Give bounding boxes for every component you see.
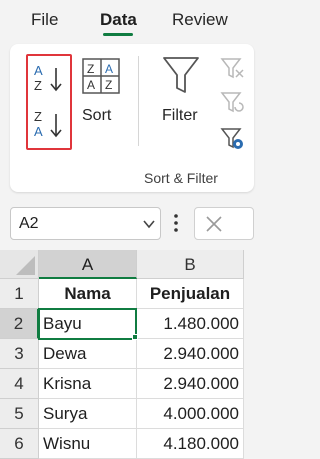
- cell-b2[interactable]: 1.480.000: [137, 309, 244, 339]
- cell-b6[interactable]: 4.180.000: [137, 429, 244, 459]
- reapply-icon: [220, 92, 244, 113]
- cell-b4[interactable]: 2.940.000: [137, 369, 244, 399]
- svg-text:Z: Z: [34, 109, 42, 124]
- cell-a3[interactable]: Dewa: [39, 339, 137, 369]
- column-header-b[interactable]: B: [137, 250, 244, 279]
- filter-label: Filter: [162, 107, 198, 124]
- tab-review[interactable]: Review: [172, 10, 228, 30]
- svg-text:Z: Z: [87, 62, 94, 76]
- sort-z-to-a-icon: Z A: [34, 109, 62, 139]
- chevron-down-icon[interactable]: [143, 219, 155, 229]
- filter-icon: [163, 57, 199, 93]
- sort-label: Sort: [82, 107, 112, 124]
- cell-a1[interactable]: Nama: [39, 279, 137, 309]
- clear-filter-button[interactable]: [220, 56, 244, 80]
- cell-a6[interactable]: Wisnu: [39, 429, 137, 459]
- cell-b1[interactable]: Penjualan: [137, 279, 244, 309]
- sort-filter-group-label: Sort & Filter: [144, 170, 218, 186]
- name-box[interactable]: A2: [10, 207, 161, 240]
- more-options-icon[interactable]: [172, 212, 180, 234]
- reapply-button[interactable]: [220, 90, 244, 114]
- svg-text:A: A: [34, 124, 43, 139]
- sort-button[interactable]: Z A A Z Sort: [78, 56, 128, 130]
- sort-a-to-z-button[interactable]: A Z: [30, 62, 68, 96]
- cell-a4[interactable]: Krisna: [39, 369, 137, 399]
- svg-text:A: A: [87, 78, 95, 92]
- fill-handle[interactable]: [132, 334, 138, 340]
- cell-a2[interactable]: Bayu: [39, 309, 137, 339]
- ribbon-tabs: File Data Review: [0, 0, 244, 40]
- advanced-filter-icon: [220, 128, 243, 149]
- close-icon: [206, 216, 222, 232]
- select-all-corner[interactable]: [0, 250, 39, 279]
- ribbon-divider: [138, 56, 139, 146]
- row-header-5[interactable]: 5: [0, 399, 39, 429]
- custom-sort-icon: Z A A Z: [82, 58, 120, 94]
- svg-text:Z: Z: [34, 78, 42, 93]
- row-header-1[interactable]: 1: [0, 279, 39, 309]
- formula-cancel-button[interactable]: [194, 207, 254, 240]
- cell-b5[interactable]: 4.000.000: [137, 399, 244, 429]
- clear-filter-icon: [220, 58, 244, 79]
- filter-button[interactable]: Filter: [156, 54, 206, 134]
- advanced-filter-button[interactable]: [220, 126, 244, 152]
- svg-text:A: A: [34, 63, 43, 78]
- sort-z-to-a-button[interactable]: Z A: [30, 108, 68, 142]
- svg-text:Z: Z: [105, 78, 112, 92]
- spreadsheet-grid: A B 1 2 3 4 5 6 Nama Penjualan Bayu 1.48…: [0, 250, 244, 459]
- svg-text:A: A: [105, 62, 113, 76]
- row-header-6[interactable]: 6: [0, 429, 39, 459]
- cell-a5[interactable]: Surya: [39, 399, 137, 429]
- select-all-triangle-icon: [16, 256, 35, 275]
- row-header-2[interactable]: 2: [0, 309, 39, 339]
- tab-data[interactable]: Data: [100, 10, 137, 30]
- active-tab-indicator: [103, 33, 133, 36]
- tab-file[interactable]: File: [31, 10, 58, 30]
- cell-b3[interactable]: 2.940.000: [137, 339, 244, 369]
- column-header-a[interactable]: A: [39, 250, 137, 279]
- row-header-4[interactable]: 4: [0, 369, 39, 399]
- sort-a-to-z-icon: A Z: [34, 63, 62, 93]
- row-header-3[interactable]: 3: [0, 339, 39, 369]
- ribbon-panel: A Z Z A Z A A Z Sort Filter Sort & Filte…: [10, 44, 254, 192]
- name-box-value: A2: [19, 215, 39, 232]
